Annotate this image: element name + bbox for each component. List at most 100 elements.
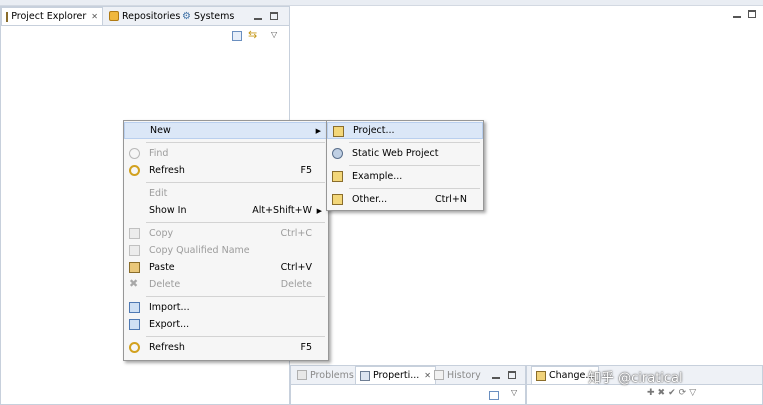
menu-separator [146,296,325,297]
tab-problems[interactable]: Problems [297,366,354,384]
history-icon [434,370,444,380]
maximize-icon[interactable] [508,371,516,379]
menu-separator [146,222,325,223]
tab-project-explorer[interactable]: Project Explorer ✕ [1,7,103,25]
tab-project-explorer-label: Project Explorer [11,11,87,22]
menu-item-shortcut: Ctrl+N [435,194,467,205]
menu-item-show-in[interactable]: Show In Alt+Shift+W ▶ [124,202,328,219]
menu-item-label: Example... [352,171,403,182]
tab-repositories[interactable]: Repositories [109,7,180,25]
view-menu-icon[interactable]: ▽ [511,388,517,397]
menu-item-label: Copy Qualified Name [149,245,250,256]
close-icon[interactable]: ✕ [91,12,98,21]
add-icon[interactable]: ✚ [647,388,658,398]
editor-maximize-icon[interactable] [748,10,756,18]
view-menu-icon[interactable]: ▽ [689,388,699,398]
menu-item-copy[interactable]: Copy Ctrl+C [124,225,328,242]
copy-qualified-name-icon [129,245,140,256]
menu-item-shortcut: Delete [280,279,312,290]
menu-separator [146,336,325,337]
static-web-project-icon [332,148,343,159]
minimize-icon[interactable] [254,18,262,20]
menu-item-copy-qualified-name[interactable]: Copy Qualified Name [124,242,328,259]
menu-item-label: Refresh [149,342,185,353]
menu-item-label: Delete [149,279,181,290]
export-icon [129,319,140,330]
menu-item-edit[interactable]: Edit [124,185,328,202]
menu-separator [146,142,325,143]
problems-icon [297,370,307,380]
import-icon [129,302,140,313]
menu-item-shortcut: F5 [300,342,312,353]
menu-item-shortcut: Ctrl+C [280,228,313,239]
tab-systems-label: Systems [193,10,235,22]
menu-item-other[interactable]: Other... Ctrl+N [327,191,483,208]
tab-properties-label: Properti... [373,370,420,381]
new-submenu: Project... Static Web Project Example...… [326,120,484,211]
menu-item-label: New [150,125,171,136]
menu-item-delete[interactable]: ✖ Delete Delete [124,276,328,293]
remove-icon[interactable]: ✖ [658,388,669,398]
editor-minimize-icon[interactable] [733,16,741,18]
menu-item-label: Export... [149,319,190,330]
find-icon [129,148,140,159]
repositories-icon [109,11,119,21]
menu-separator [146,182,325,183]
refresh-icon [129,342,140,353]
minimize-icon[interactable] [492,377,500,379]
submenu-arrow-icon: ▶ [315,126,321,135]
tab-systems[interactable]: ⚙ Systems [182,7,234,25]
delete-icon: ✖ [129,277,139,290]
menu-separator [349,188,480,189]
menu-item-paste[interactable]: Paste Ctrl+V [124,259,328,276]
menu-item-export[interactable]: Export... [124,316,328,333]
copy-icon [129,228,140,239]
context-menu: New ▶ Find Refresh F5 Edit Show In Alt+S… [123,120,329,361]
refresh-icon[interactable]: ⟳ [679,388,690,398]
refresh-icon [129,165,140,176]
menu-item-new[interactable]: New ▶ [124,122,328,139]
watermark: 知乎 @ciratical [588,371,683,386]
collapse-all-icon[interactable] [232,31,242,41]
project-explorer-tabbar: Project Explorer ✕ Repositories ⚙ System… [1,7,289,26]
paste-icon [129,262,140,273]
pin-icon[interactable] [489,391,499,400]
menu-item-import[interactable]: Import... [124,299,328,316]
changes-icon [536,370,546,381]
menu-item-label: Static Web Project [352,148,439,159]
check-icon[interactable]: ✔ [668,388,679,398]
link-with-editor-icon[interactable]: ⇆ [248,29,257,41]
menu-item-label: Project... [353,125,395,136]
maximize-icon[interactable] [270,12,278,20]
menu-item-label: Show In [149,205,187,216]
menu-item-find[interactable]: Find [124,145,328,162]
menu-separator [349,165,480,166]
properties-icon [360,370,370,381]
menu-item-label: Edit [149,188,168,199]
systems-icon: ⚙ [182,10,191,22]
view-menu-icon[interactable]: ▽ [271,30,277,39]
menu-item-label: Copy [149,228,174,239]
new-project-icon [333,126,344,137]
project-explorer-icon [6,11,9,22]
menu-item-label: Other... [352,194,388,205]
menu-item-shortcut: F5 [300,165,312,176]
close-icon[interactable]: ✕ [424,371,431,380]
properties-panel: Problems Properti... ✕ History ▽ [290,365,526,405]
tab-history-label: History [447,369,481,381]
example-icon [332,171,343,182]
menu-item-shortcut: Ctrl+V [280,262,312,273]
menu-item-refresh[interactable]: Refresh F5 [124,162,328,179]
tab-properties[interactable]: Properti... ✕ [355,366,436,384]
tab-history[interactable]: History [434,366,481,384]
menu-item-static-web-project[interactable]: Static Web Project [327,145,483,162]
menu-item-refresh-2[interactable]: Refresh F5 [124,339,328,356]
other-wizard-icon [332,194,343,205]
changes-toolbar: ✚✖✔⟳▽ [647,388,699,398]
tab-repositories-label: Repositories [122,10,181,22]
menu-item-project[interactable]: Project... [327,122,483,139]
menu-item-label: Find [149,148,169,159]
menu-item-example[interactable]: Example... [327,168,483,185]
menu-separator [349,142,480,143]
submenu-arrow-icon: ▶ [316,206,322,215]
